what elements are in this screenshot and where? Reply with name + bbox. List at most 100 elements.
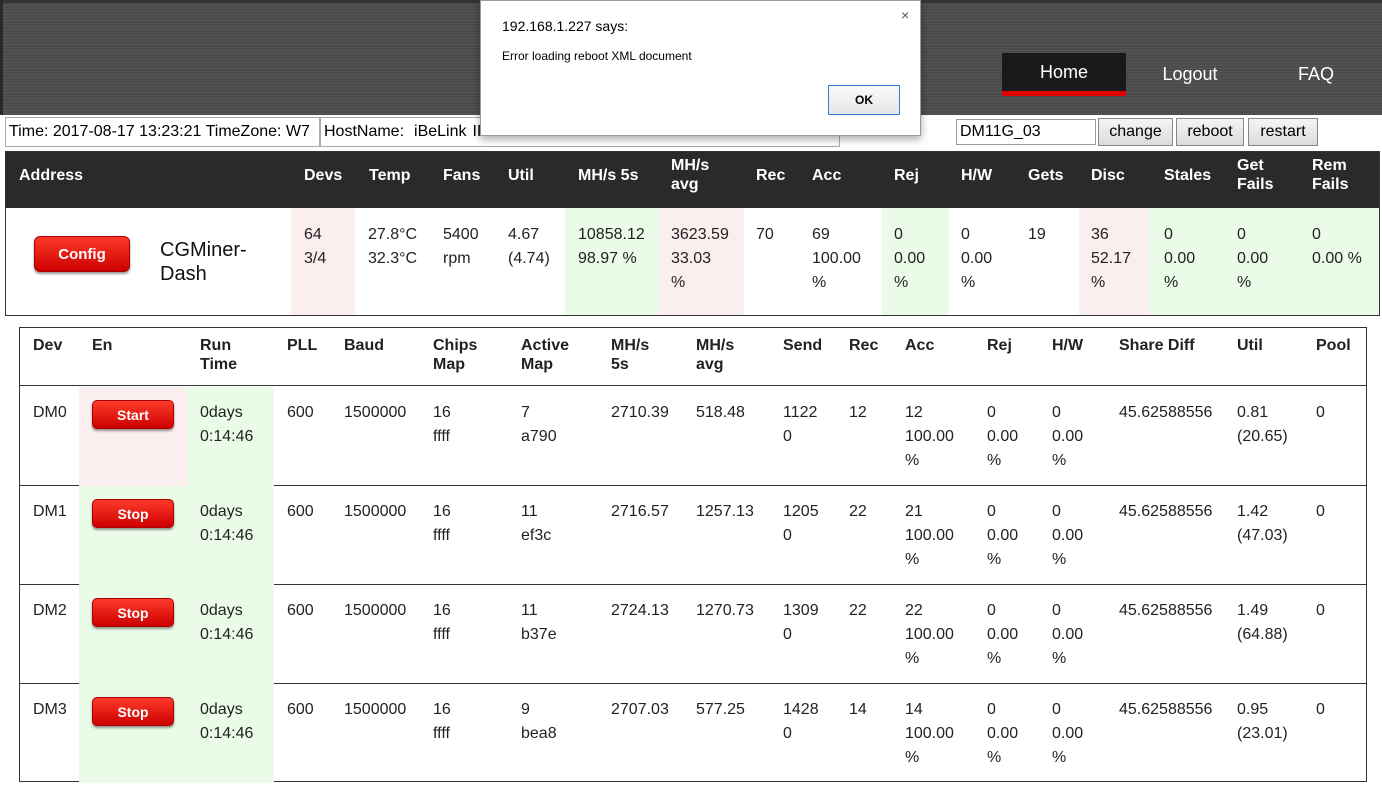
dev-header-en: En <box>92 337 113 354</box>
new-hostname-input[interactable] <box>956 119 1096 145</box>
device-send-line1: 1309 <box>783 602 819 619</box>
device-hw-line1: 0 <box>1052 404 1061 421</box>
dev-header-runtime-line1: Run <box>200 337 232 354</box>
summary-devs-line2: 3/4 <box>304 250 327 267</box>
device-rec: 22 <box>849 503 867 520</box>
summary-mhsavg: 3623.59 33.03% <box>671 223 729 295</box>
header-getfails-line2: Fails <box>1237 176 1274 193</box>
reboot-button[interactable]: reboot <box>1176 118 1244 146</box>
summary-disc-line2: 52.17 <box>1091 250 1132 267</box>
summary-stales: 0 0.00% <box>1164 223 1195 295</box>
nav-home[interactable]: Home <box>1002 53 1126 96</box>
header-remfails: Rem Fails <box>1312 156 1348 194</box>
device-send-line1: 1428 <box>783 701 819 718</box>
left-edge <box>0 0 3 115</box>
device-runtime-line1: 0days <box>200 602 243 619</box>
device-util-line2: (20.65) <box>1237 428 1288 445</box>
summary-disc-line3: % <box>1091 274 1106 291</box>
summary-getfails-line2: 0.00 <box>1237 250 1269 267</box>
device-row-2: DM2 Stop 0days 0:14:46 600 1500000 16 ffff… <box>20 585 1366 684</box>
dialog-message: Error loading reboot XML document <box>502 49 692 63</box>
summary-mhs5s: 10858.12 98.97 % <box>578 223 645 271</box>
start-button[interactable]: Start <box>92 400 174 429</box>
stop-button[interactable]: Stop <box>92 499 174 528</box>
header-mhsavg: MH/s avg <box>671 156 709 194</box>
device-active-line2: ef3c <box>521 527 552 544</box>
dev-header-active-line2: Map <box>521 356 553 373</box>
device-acc-line3: % <box>905 452 920 469</box>
summary-fans: 5400 rpm <box>443 223 479 271</box>
device-runtime-line2: 0:14:46 <box>200 626 254 643</box>
device-runtime: 0days 0:14:46 <box>200 698 253 746</box>
device-active: 9 bea8 <box>521 698 557 746</box>
device-mhsavg: 577.25 <box>696 701 745 718</box>
device-acc-line2: 100.00 <box>905 428 954 445</box>
device-hw-line2: 0.00 <box>1052 626 1084 643</box>
device-util: 1.49 (64.88) <box>1237 599 1288 647</box>
ok-button[interactable]: OK <box>828 85 900 115</box>
nav-faq[interactable]: FAQ <box>1254 53 1378 96</box>
summary-hw-line1: 0 <box>961 226 970 243</box>
dev-header-rej: Rej <box>987 337 1012 354</box>
summary-hw: 0 0.00% <box>961 223 992 295</box>
device-hw: 0 0.00% <box>1052 599 1083 671</box>
summary-gets: 19 <box>1028 226 1046 243</box>
device-pool: 0 <box>1316 404 1325 421</box>
nav-logout[interactable]: Logout <box>1128 53 1252 96</box>
header-hw: H/W <box>961 167 993 184</box>
device-chips: 16 ffff <box>433 599 451 647</box>
config-button[interactable]: Config <box>34 236 130 272</box>
summary-devs: 64 3/4 <box>304 223 326 271</box>
device-chips: 16 ffff <box>433 698 451 746</box>
dev-header-sharediff: Share Diff <box>1119 337 1195 354</box>
change-button[interactable]: change <box>1098 118 1173 146</box>
dev-header-hw: H/W <box>1052 337 1084 354</box>
device-rej: 0 0.00% <box>987 500 1018 572</box>
stop-button[interactable]: Stop <box>92 697 174 726</box>
summary-stales-line3: % <box>1164 274 1179 291</box>
summary-rej-line2: 0.00 <box>894 250 926 267</box>
device-hw: 0 0.00% <box>1052 401 1083 473</box>
device-send: 1428 0 <box>783 698 819 746</box>
header-rec: Rec <box>756 167 786 184</box>
device-sharediff: 45.62588556 <box>1119 602 1213 619</box>
device-util-line2: (47.03) <box>1237 527 1288 544</box>
device-rej-line3: % <box>987 650 1002 667</box>
summary-rej-line3: % <box>894 274 909 291</box>
device-acc-line3: % <box>905 551 920 568</box>
header-remfails-line2: Fails <box>1312 176 1349 193</box>
device-acc-line1: 12 <box>905 404 923 421</box>
device-id: DM2 <box>33 602 67 619</box>
stop-button[interactable]: Stop <box>92 598 174 627</box>
device-send: 1309 0 <box>783 599 819 647</box>
close-icon[interactable]: × <box>901 7 909 23</box>
summary-acc-line2: 100.00 <box>812 250 861 267</box>
header-mhs5s: MH/s 5s <box>578 167 639 184</box>
dev-header-mhsavg-line1: MH/s <box>696 337 735 354</box>
header-getfails: Get Fails <box>1237 156 1273 194</box>
device-send: 1205 0 <box>783 500 819 548</box>
summary-header: Address Devs Temp Fans Util MH/s 5s MH/s… <box>6 152 1379 208</box>
device-runtime: 0days 0:14:46 <box>200 599 253 647</box>
device-baud: 1500000 <box>344 404 407 421</box>
device-rej-line1: 0 <box>987 701 996 718</box>
summary-mhs5s-line2: 98.97 % <box>578 250 637 267</box>
dev-header-baud: Baud <box>344 337 384 354</box>
dev-header-mhs5s: MH/s 5s <box>611 336 649 374</box>
summary-getfails-line1: 0 <box>1237 226 1246 243</box>
device-rej-line1: 0 <box>987 404 996 421</box>
alert-dialog: 192.168.1.227 says: × Error loading rebo… <box>480 0 921 136</box>
summary-getfails: 0 0.00% <box>1237 223 1268 295</box>
device-util-line1: 1.42 <box>1237 503 1269 520</box>
restart-button[interactable]: restart <box>1248 118 1318 146</box>
device-hw-line2: 0.00 <box>1052 527 1084 544</box>
device-active-line1: 11 <box>521 602 538 619</box>
summary-util: 4.67 (4.74) <box>508 223 550 271</box>
device-rej: 0 0.00% <box>987 698 1018 770</box>
dev-header-dev: Dev <box>33 337 63 354</box>
summary-temp-line1: 27.8°C <box>368 226 418 243</box>
device-send: 1122 0 <box>783 401 817 449</box>
device-hw-line2: 0.00 <box>1052 725 1084 742</box>
device-row-1: DM1 Stop 0days 0:14:46 600 1500000 16 ffff… <box>20 486 1366 585</box>
device-baud: 1500000 <box>344 503 407 520</box>
